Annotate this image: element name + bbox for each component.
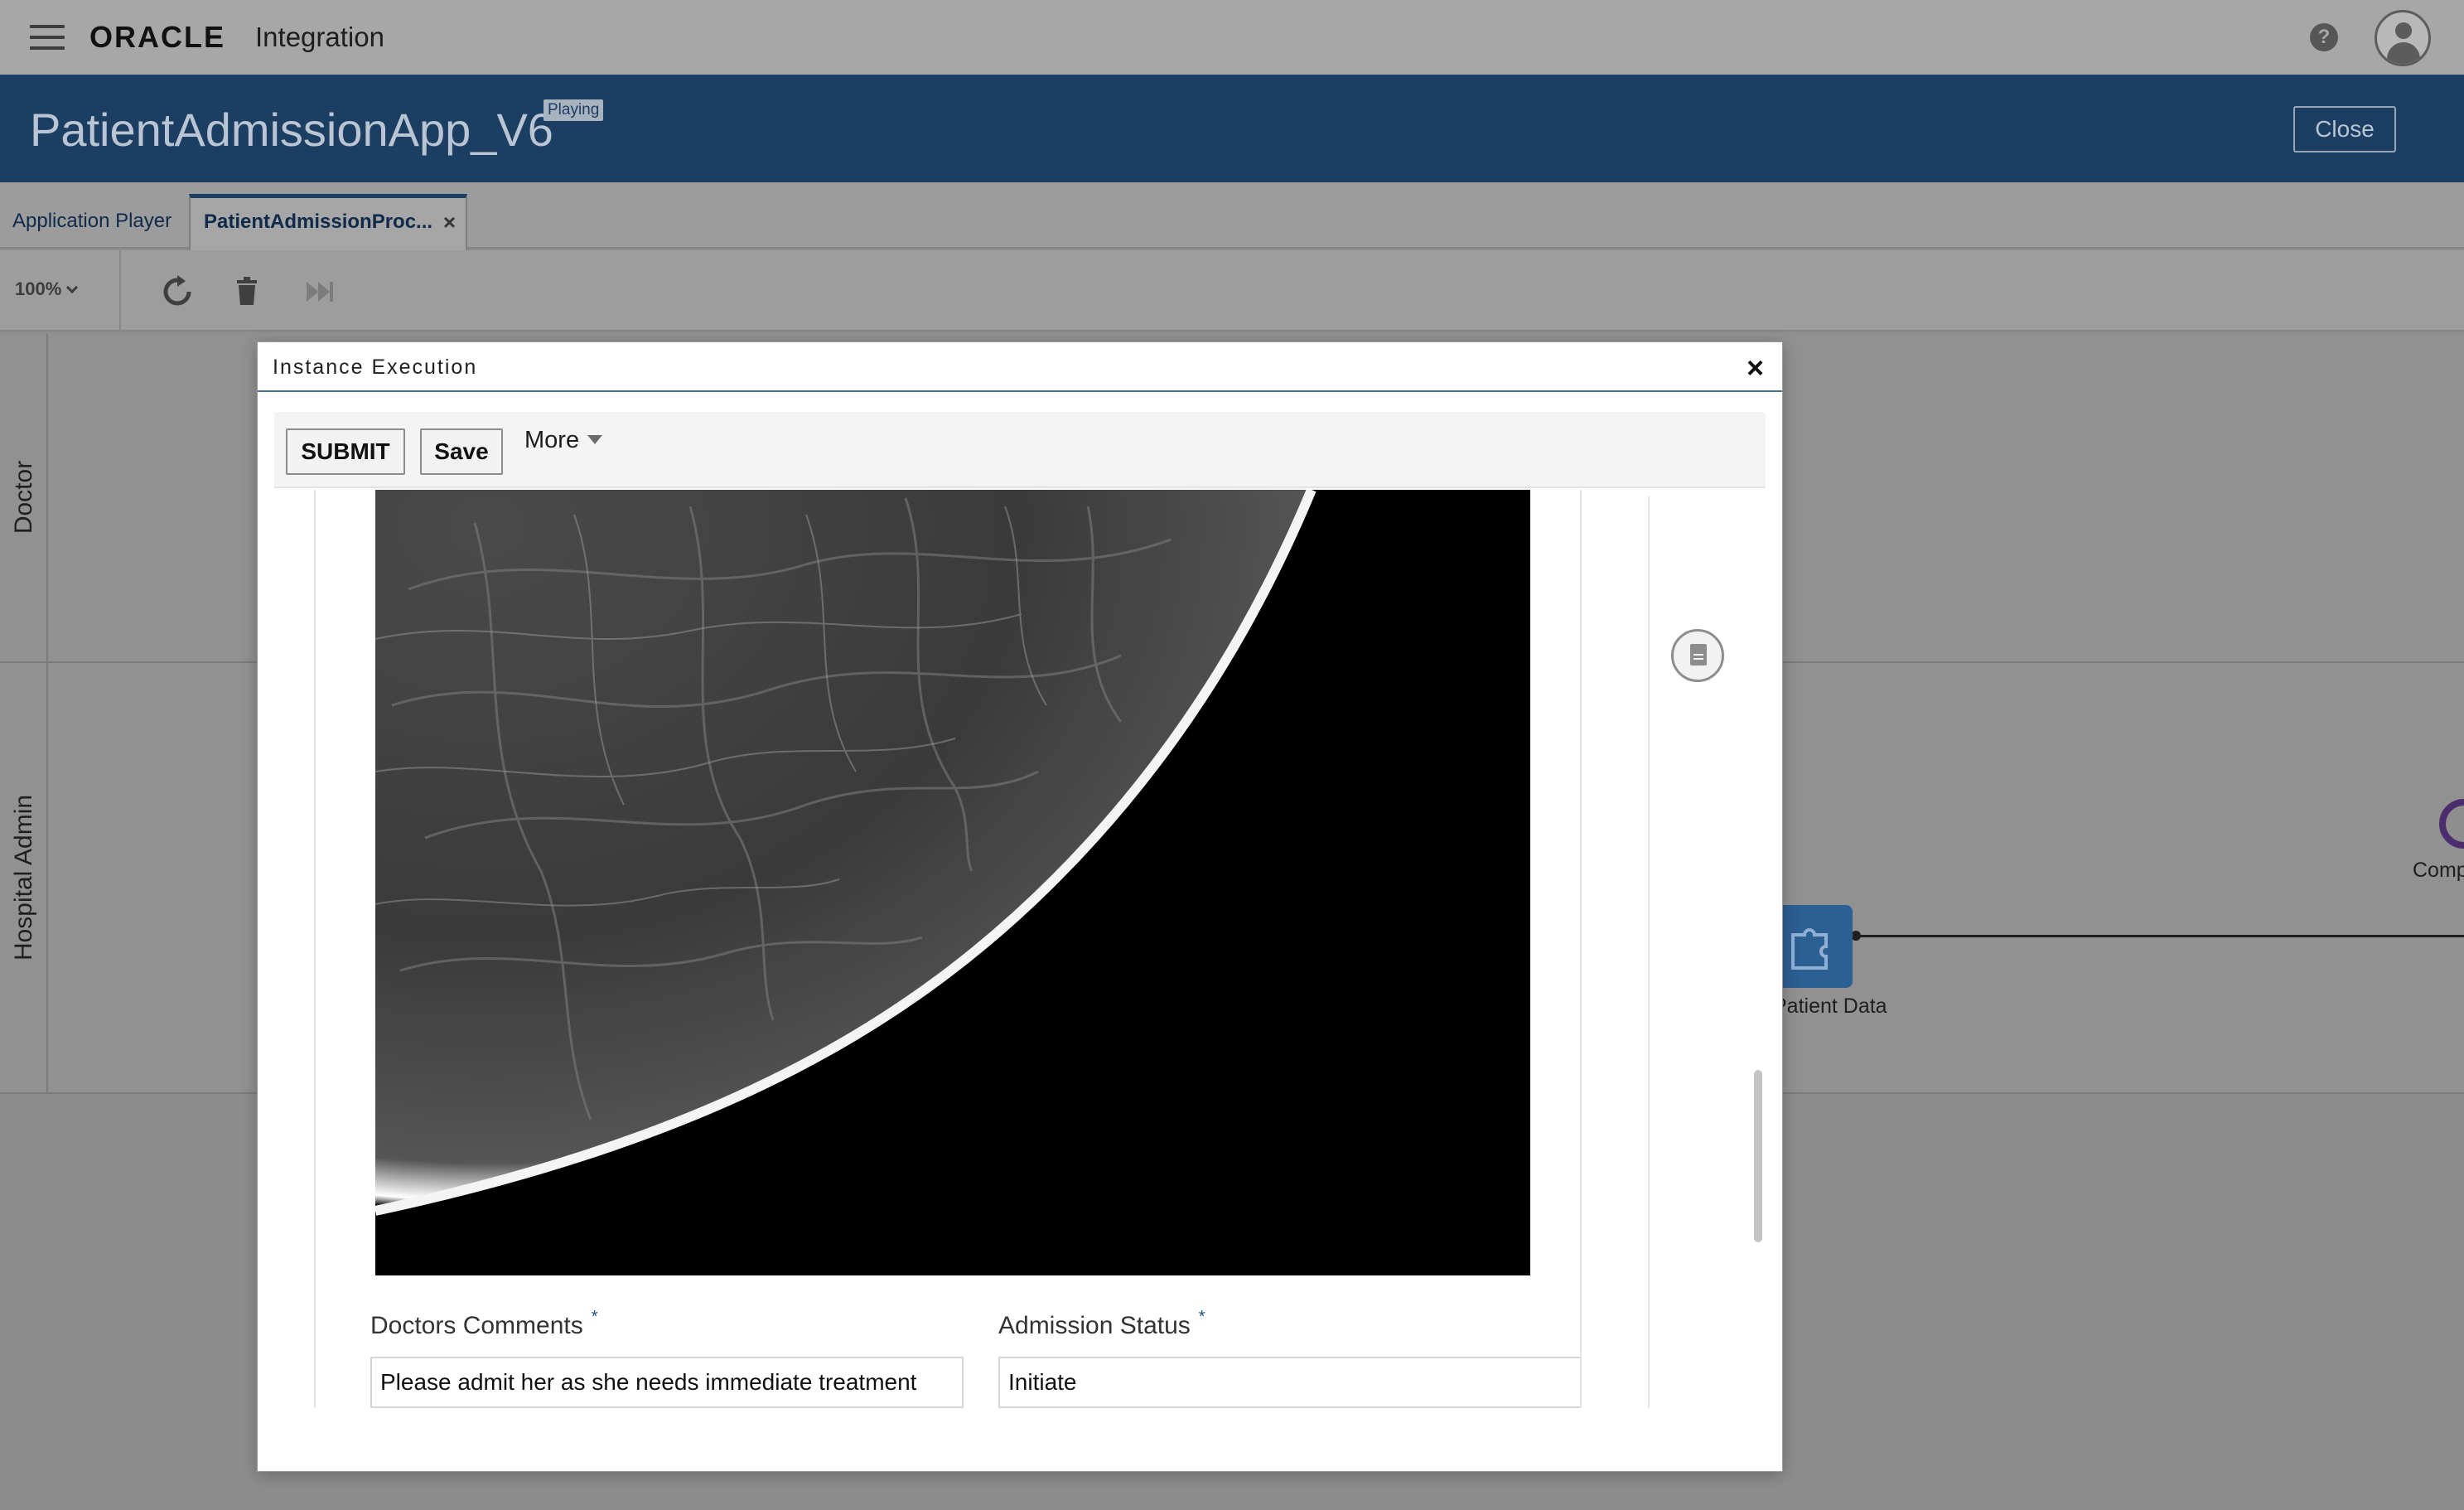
dialog-body: Doctors Comments* Admission Status*	[274, 490, 1766, 1408]
toolbar-divider	[119, 250, 121, 332]
tab-close-icon[interactable]: ×	[443, 198, 456, 246]
service-task-node[interactable]	[1773, 905, 1853, 988]
tab-label: PatientAdmissionProc...	[204, 211, 433, 233]
product-name: Integration	[255, 22, 384, 52]
help-icon[interactable]: ?	[2310, 23, 2338, 51]
required-marker: *	[591, 1308, 598, 1326]
hamburger-menu-icon[interactable]	[30, 25, 66, 50]
end-event-label: Comp	[2413, 859, 2464, 882]
save-button[interactable]: Save	[420, 428, 503, 475]
scrollbar[interactable]	[1752, 490, 1766, 1408]
skip-forward-icon	[303, 275, 336, 308]
user-avatar-icon[interactable]	[2375, 10, 2431, 66]
xray-image	[375, 490, 1530, 1275]
admission-status-field[interactable]	[998, 1357, 1580, 1408]
zoom-select[interactable]: 100%	[15, 278, 79, 300]
caret-down-icon	[587, 435, 603, 444]
required-marker: *	[1198, 1308, 1205, 1326]
app-title-bar: PatientAdmissionApp_V6 Playing Close	[0, 75, 2464, 182]
scrollbar-thumb[interactable]	[1754, 1070, 1762, 1242]
submit-button[interactable]: SUBMIT	[286, 428, 405, 475]
close-icon[interactable]: ×	[1747, 351, 1764, 385]
zoom-value: 100%	[15, 278, 62, 299]
chevron-down-icon	[66, 281, 79, 294]
side-panel	[1648, 496, 1751, 1408]
page-title: PatientAdmissionApp_V6	[30, 104, 553, 156]
document-icon[interactable]	[1671, 629, 1724, 682]
refresh-icon[interactable]	[161, 275, 194, 308]
swimlane-label: Doctor	[10, 460, 37, 535]
swimlane-label: Hospital Admin	[10, 794, 37, 961]
oracle-logo: ORACLE	[89, 20, 225, 54]
puzzle-icon	[1791, 928, 1828, 970]
dialog-title: Instance Execution	[273, 356, 478, 379]
sequence-flow-line	[1853, 935, 2464, 937]
more-menu-label: More	[524, 427, 580, 453]
close-button[interactable]: Close	[2293, 106, 2396, 152]
task-label: Patient Data	[1773, 995, 1887, 1018]
form-panel: Doctors Comments* Admission Status*	[314, 490, 1582, 1408]
doctors-comments-field[interactable]	[370, 1357, 964, 1408]
tab-bar: Application Player PatientAdmissionProc.…	[0, 182, 2464, 250]
status-badge: Playing	[544, 99, 604, 121]
trash-icon[interactable]	[230, 275, 263, 308]
tab-application-player[interactable]: Application Player	[12, 197, 172, 249]
global-header: ORACLE Integration ?	[0, 0, 2464, 75]
canvas-toolbar: 100%	[0, 250, 2464, 332]
dialog-action-bar: SUBMIT Save More	[274, 412, 1766, 488]
instance-execution-dialog: Instance Execution × SUBMIT Save More Do…	[257, 341, 1783, 1472]
more-menu[interactable]: More	[524, 427, 603, 454]
doctors-comments-label: Doctors Comments *	[370, 1308, 598, 1339]
admission-status-label: Admission Status *	[998, 1308, 1205, 1339]
tab-patient-admission-process[interactable]: PatientAdmissionProc... ×	[189, 194, 467, 250]
dialog-header: Instance Execution ×	[258, 342, 1782, 392]
